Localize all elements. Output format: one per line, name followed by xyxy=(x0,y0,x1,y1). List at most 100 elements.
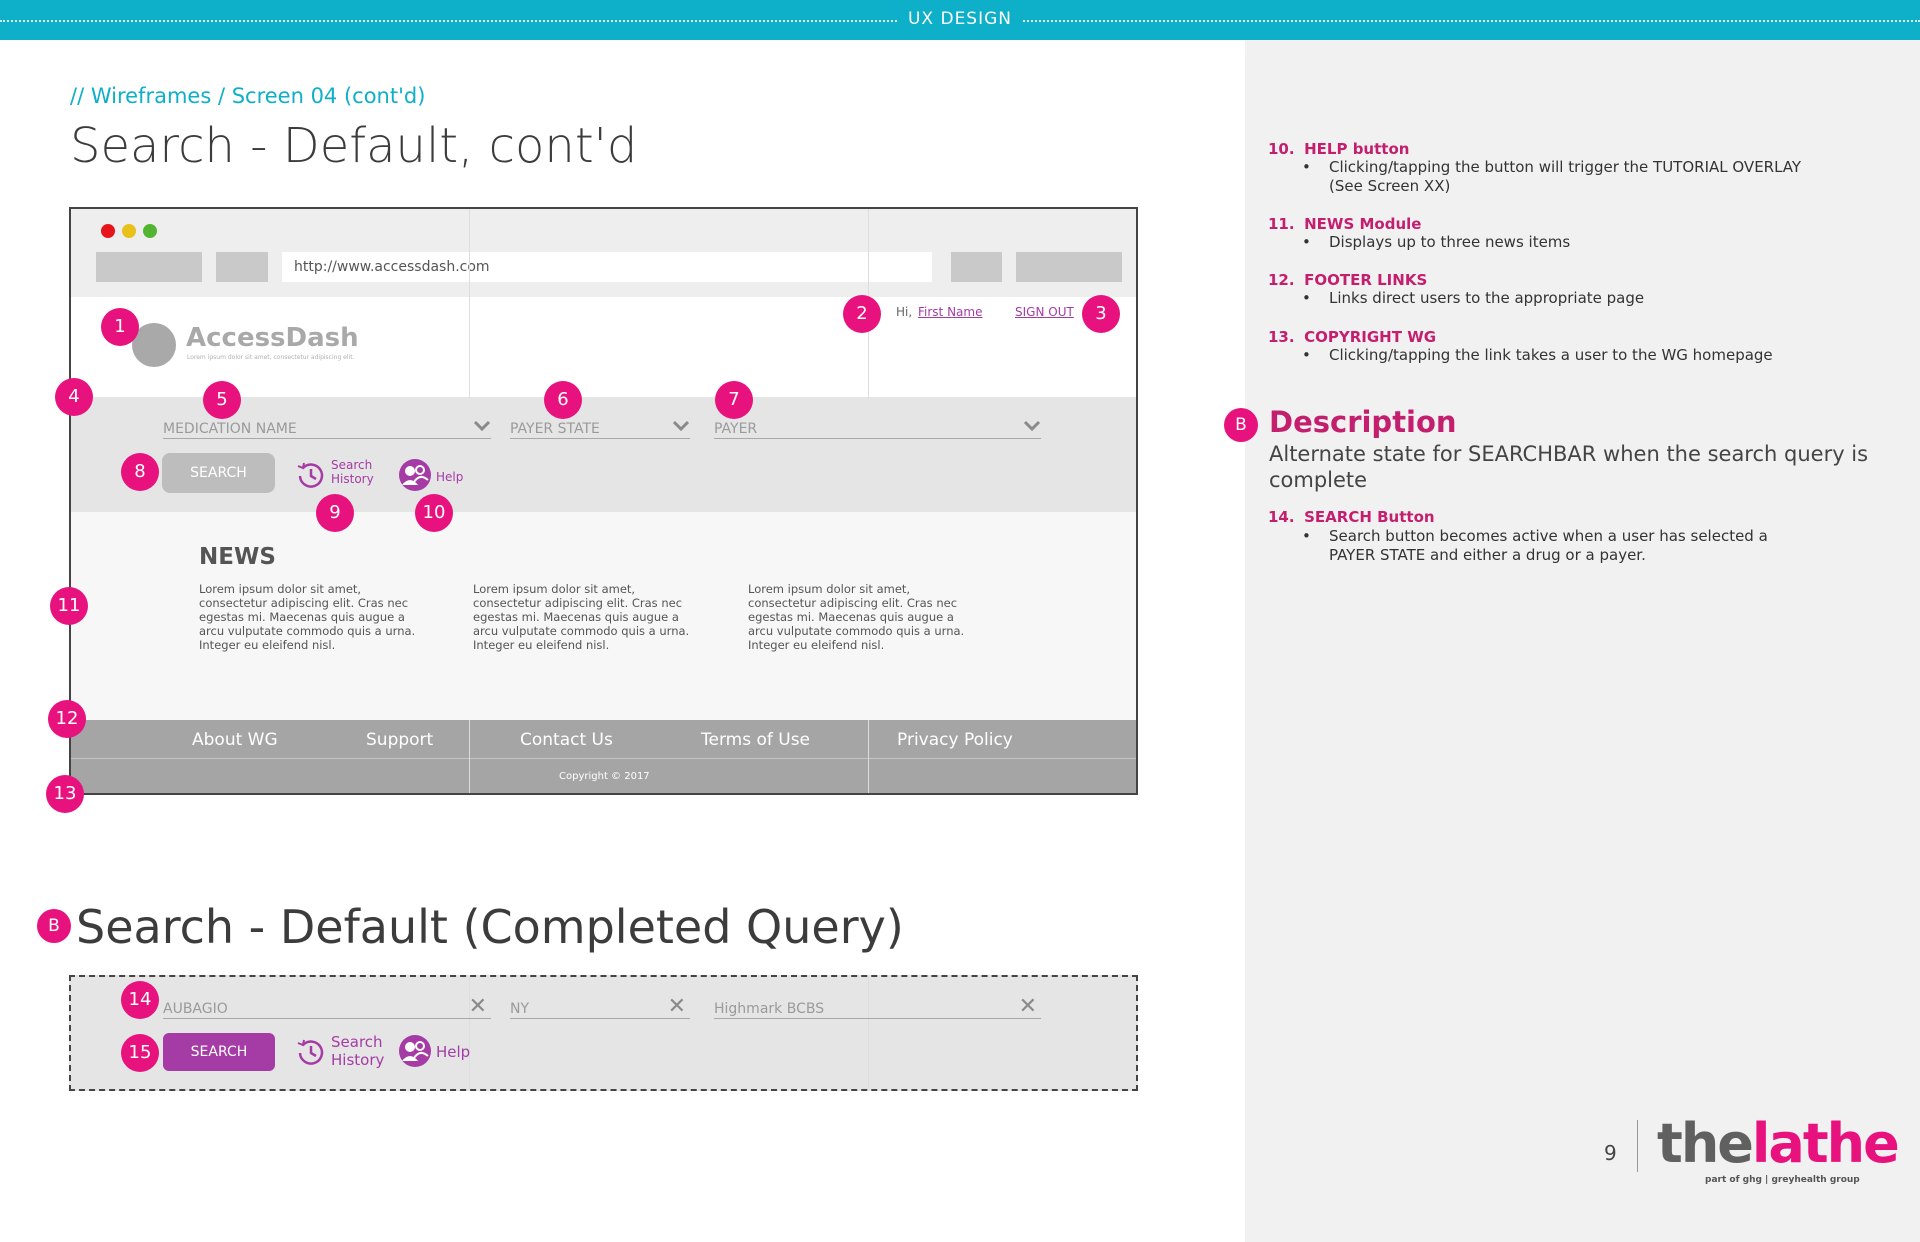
note-title: FOOTER LINKS xyxy=(1304,271,1428,289)
medication-name-select[interactable]: MEDICATION NAME xyxy=(163,417,491,439)
description-title: Description xyxy=(1269,405,1457,439)
note-bullet-text: Search button becomes active when a user… xyxy=(1329,527,1768,564)
chrome-action-button[interactable] xyxy=(951,252,1002,282)
news-item[interactable]: Lorem ipsum dolor sit amet, consectetur … xyxy=(473,582,703,652)
description-marker-b: B xyxy=(1224,408,1258,442)
payer-state-field[interactable]: NY ✕ xyxy=(510,996,690,1019)
payer-state-select[interactable]: PAYER STATE xyxy=(510,417,690,439)
brand-the: the xyxy=(1657,1112,1754,1175)
refresh-button[interactable] xyxy=(216,252,268,282)
banner-label-wrap: UX DESIGN xyxy=(0,9,1920,29)
help-label: Help xyxy=(436,1043,471,1061)
logo-tagline: Lorem ipsum dolor sit amet, consectetur … xyxy=(187,354,355,361)
url-bar[interactable]: http://www.accessdash.com xyxy=(282,252,932,282)
medication-name-field[interactable]: AUBAGIO ✕ xyxy=(163,996,491,1019)
page-number: 9 xyxy=(1604,1141,1617,1165)
clear-x-icon[interactable]: ✕ xyxy=(1019,996,1037,1018)
bullet: • xyxy=(1302,158,1311,176)
note-num: 11. xyxy=(1268,215,1295,233)
search-history-label-1: Search xyxy=(331,458,373,472)
page-divider xyxy=(1637,1120,1638,1172)
chevron-down-icon xyxy=(672,420,690,432)
bullet: • xyxy=(1302,289,1311,307)
banner-label: UX DESIGN xyxy=(897,9,1023,29)
search-button[interactable]: SEARCH xyxy=(162,453,275,493)
help-link[interactable]: Help xyxy=(398,458,468,492)
marker-15: 15 xyxy=(121,1034,159,1072)
medication-value: AUBAGIO xyxy=(163,1001,228,1017)
payer-state-value: NY xyxy=(510,1001,530,1017)
news-item[interactable]: Lorem ipsum dolor sit amet, consectetur … xyxy=(748,582,978,652)
marker-13: 13 xyxy=(46,775,84,813)
note-bullet-text: Clicking/tapping the button will trigger… xyxy=(1329,158,1802,195)
marker-5: 5 xyxy=(203,381,241,419)
description-text: Alternate state for SEARCHBAR when the s… xyxy=(1269,442,1869,492)
payer-placeholder: PAYER xyxy=(714,421,758,437)
help-link[interactable]: Help xyxy=(398,1033,471,1069)
note-12: 12. FOOTER LINKS xyxy=(1268,271,1427,289)
search-history-link[interactable]: Search History xyxy=(294,458,374,492)
first-name-link[interactable]: First Name xyxy=(918,305,982,319)
marker-11: 11 xyxy=(50,587,88,625)
news-title: NEWS xyxy=(199,544,276,570)
maximize-dot-icon xyxy=(143,224,157,238)
payer-field[interactable]: Highmark BCBS ✕ xyxy=(714,996,1041,1019)
search-button-active[interactable]: SEARCH xyxy=(163,1033,275,1071)
clear-x-icon[interactable]: ✕ xyxy=(668,996,686,1018)
note-title: HELP button xyxy=(1304,140,1410,158)
footer-link-contact[interactable]: Contact Us xyxy=(520,730,613,750)
sign-out-link[interactable]: SIGN OUT xyxy=(1015,305,1074,319)
marker-6: 6 xyxy=(544,381,582,419)
copyright-link[interactable]: Copyright © 2017 xyxy=(559,771,650,782)
search-history-label-2: History xyxy=(331,1051,385,1069)
clear-x-icon[interactable]: ✕ xyxy=(469,996,487,1018)
marker-b: B xyxy=(37,909,71,943)
chevron-down-icon xyxy=(1023,420,1041,432)
browser-chrome: http://www.accessdash.com xyxy=(71,209,1136,297)
back-button[interactable] xyxy=(96,252,202,282)
note-num: 12. xyxy=(1268,271,1295,289)
bullet: • xyxy=(1302,233,1311,251)
note-10: 10. HELP button xyxy=(1268,140,1409,158)
history-icon xyxy=(297,1039,324,1065)
chrome-menu-button[interactable] xyxy=(1016,252,1122,282)
marker-4: 4 xyxy=(55,378,93,416)
brand-subtitle: part of ghg | greyhealth group xyxy=(1705,1175,1860,1185)
marker-8: 8 xyxy=(121,453,159,491)
brand-logo: thelathe xyxy=(1657,1112,1900,1175)
marker-3: 3 xyxy=(1082,295,1120,333)
footer-link-about[interactable]: About WG xyxy=(192,730,278,750)
section-b-title: Search - Default (Completed Query) xyxy=(76,900,904,954)
page-title: Search - Default, cont'd xyxy=(70,118,638,174)
history-icon xyxy=(297,462,324,488)
note-num: 10. xyxy=(1268,140,1295,158)
news-item[interactable]: Lorem ipsum dolor sit amet, consectetur … xyxy=(199,582,429,652)
search-history-link[interactable]: Search History xyxy=(294,1033,384,1073)
help-label: Help xyxy=(436,470,464,484)
greeting-label: Hi, xyxy=(896,305,913,319)
payer-select[interactable]: PAYER xyxy=(714,417,1041,439)
medication-name-placeholder: MEDICATION NAME xyxy=(163,421,297,437)
marker-12: 12 xyxy=(48,700,86,738)
marker-2: 2 xyxy=(843,295,881,333)
completed-query-searchbar: AUBAGIO ✕ NY ✕ Highmark BCBS ✕ SEARCH Se… xyxy=(69,975,1138,1091)
bullet: • xyxy=(1302,346,1311,364)
site-logo[interactable]: AccessDash xyxy=(186,323,359,353)
help-person-icon xyxy=(399,459,431,491)
footer-divider xyxy=(469,720,470,793)
browser-wireframe: http://www.accessdash.com AccessDash Lor… xyxy=(69,207,1138,795)
marker-10: 10 xyxy=(415,494,453,532)
footer-link-privacy[interactable]: Privacy Policy xyxy=(897,730,1013,750)
search-history-label-1: Search xyxy=(331,1033,383,1051)
note-bullet-text: Displays up to three news items xyxy=(1329,233,1571,251)
close-dot-icon xyxy=(101,224,115,238)
footer-divider xyxy=(868,720,869,793)
chevron-down-icon xyxy=(473,420,491,432)
note-13: 13. COPYRIGHT WG xyxy=(1268,328,1436,346)
note-title: SEARCH Button xyxy=(1304,508,1435,526)
breadcrumb: // Wireframes / Screen 04 (cont'd) xyxy=(70,84,426,108)
footer-link-terms[interactable]: Terms of Use xyxy=(701,730,810,750)
footer-links: About WG Support Contact Us Terms of Use… xyxy=(71,720,1136,758)
minimize-dot-icon xyxy=(122,224,136,238)
footer-link-support[interactable]: Support xyxy=(366,730,433,750)
